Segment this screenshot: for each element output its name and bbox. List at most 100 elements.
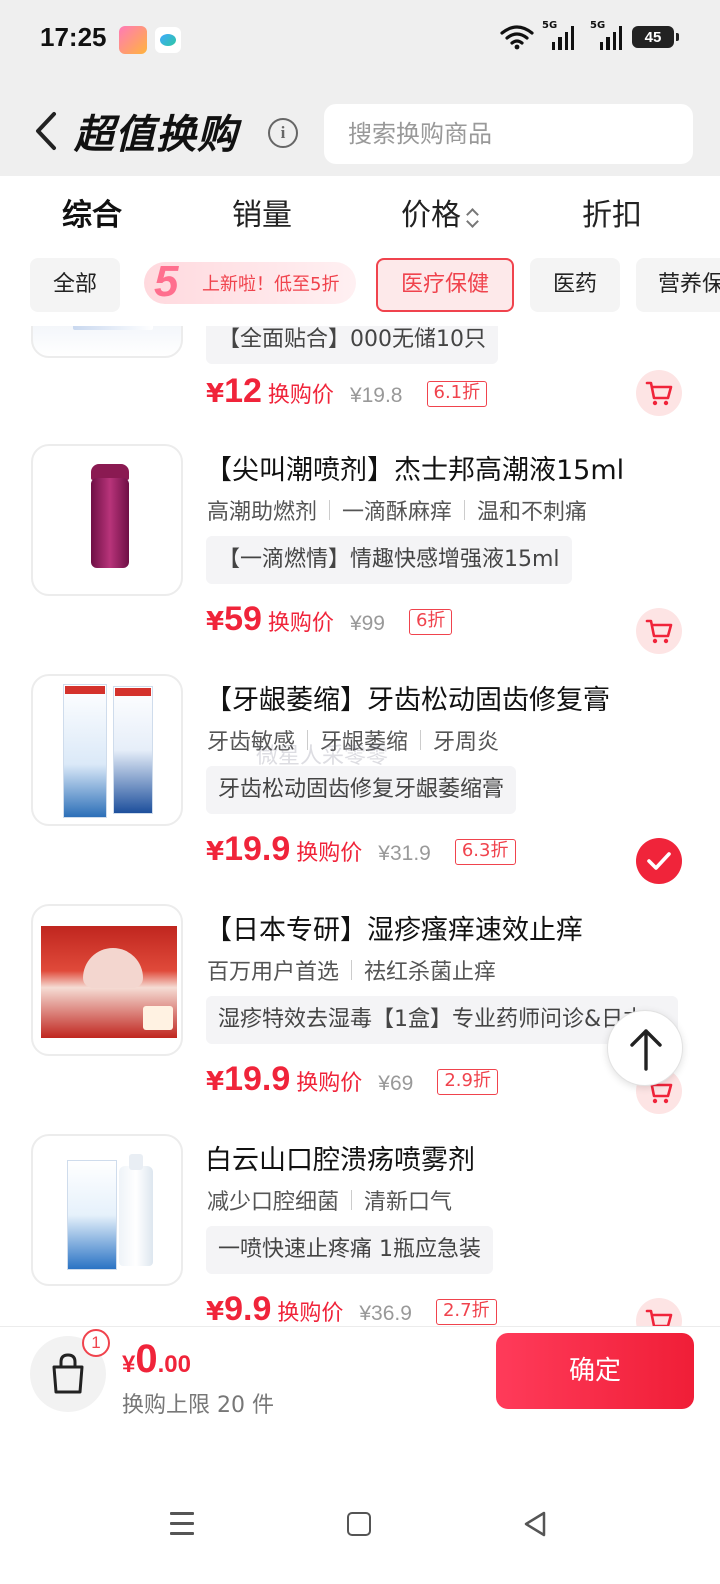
system-nav-bar xyxy=(0,1436,720,1584)
header: 超值换购 i 搜索换购商品 xyxy=(0,80,720,176)
sort-tab-price-label: 价格 xyxy=(401,198,461,233)
price-currency: ¥ xyxy=(206,607,225,637)
product-image[interactable] xyxy=(31,326,183,358)
discount-badge: 6.3折 xyxy=(454,839,516,865)
product-tag: 清新口气 xyxy=(364,1190,453,1215)
product-item[interactable]: 【牙龈萎缩】牙齿松动固齿修复膏 牙齿敏感 牙龈萎缩 牙周炎 微星人采零零 牙齿松… xyxy=(0,674,720,904)
product-tags: 减少口腔细菌 清新口气 xyxy=(207,1184,452,1216)
chip-nutrition[interactable]: 营养保 xyxy=(636,258,720,312)
promo-five-badge: 5 xyxy=(154,257,179,306)
original-price: ¥99 xyxy=(349,612,385,635)
checkout-bar: 1 ¥0.00 换购上限 20 件 确定 xyxy=(0,1326,720,1436)
price-row: ¥ 59 换购价 ¥99 6折 xyxy=(206,600,453,639)
price-label: 换购价 xyxy=(267,611,334,636)
product-title[interactable]: 白云山口腔溃疡喷雾剂 xyxy=(205,1138,475,1177)
limit-text: 换购上限 20 件 xyxy=(122,1393,274,1418)
home-icon[interactable] xyxy=(347,1512,371,1536)
promo-chip[interactable]: 5 上新啦！低至5折 xyxy=(144,257,356,306)
status-right: 5G 5G 45 xyxy=(500,20,679,50)
original-price: ¥19.8 xyxy=(349,384,403,407)
signal-icon: 5G xyxy=(542,20,574,50)
price-value: 19.9 xyxy=(224,830,291,868)
product-tag: 牙周炎 xyxy=(433,730,500,755)
price-value: 19.9 xyxy=(224,1060,291,1098)
wifi-icon xyxy=(500,25,534,50)
back-arrow-icon[interactable] xyxy=(30,108,64,154)
status-bar: 17:25 5G 5G 45 xyxy=(0,0,720,80)
add-to-cart-button[interactable] xyxy=(636,1298,682,1326)
price-label: 换购价 xyxy=(267,383,334,408)
network-label: 5G xyxy=(542,20,558,31)
confirm-button[interactable]: 确定 xyxy=(496,1333,694,1409)
add-to-cart-button[interactable] xyxy=(636,370,682,416)
discount-badge: 2.9折 xyxy=(437,1069,498,1095)
product-title[interactable]: 【尖叫潮喷剂】杰士邦高潮液15ml xyxy=(205,448,624,487)
back-to-top-button[interactable] xyxy=(607,1010,683,1086)
product-tag: 高潮助燃剂 xyxy=(207,500,318,525)
sort-tab-sales[interactable]: 销量 xyxy=(232,190,292,234)
price-currency: ¥ xyxy=(206,379,225,409)
category-chips: 全部 5 上新啦！低至5折 医疗保健 医药 营养保 xyxy=(0,248,720,326)
product-title[interactable]: 【日本专研】湿疹瘙痒速效止痒 xyxy=(205,908,583,947)
arrow-up-icon xyxy=(630,1029,662,1071)
total-price: ¥0.00 xyxy=(122,1337,191,1382)
product-tag: 减少口腔细菌 xyxy=(207,1190,340,1215)
price-row: ¥ 19.9 换购价 ¥31.9 6.3折 xyxy=(206,830,516,869)
price-value: 12 xyxy=(224,372,262,410)
total-integer: 0 xyxy=(135,1337,158,1381)
product-tags: 百万用户首选 祛红杀菌止痒 xyxy=(207,954,496,986)
price-currency: ¥ xyxy=(206,837,225,867)
add-to-cart-button[interactable] xyxy=(636,608,682,654)
product-item[interactable]: 【全面贴合】000无储10只 ¥ 12 换购价 ¥19.8 6.1折 xyxy=(0,326,720,436)
selected-check-button[interactable] xyxy=(636,838,682,884)
cart-icon xyxy=(645,1309,673,1326)
chip-all[interactable]: 全部 xyxy=(30,258,120,312)
product-image[interactable] xyxy=(31,1134,183,1286)
signal-icon-2: 5G xyxy=(590,20,622,50)
product-image[interactable] xyxy=(31,444,183,596)
price-label: 换购价 xyxy=(277,1301,344,1326)
original-price: ¥36.9 xyxy=(359,1302,412,1325)
product-subtitle: 【一滴燃情】情趣快感增强液15ml xyxy=(206,536,572,584)
sort-tab-price[interactable]: 价格 xyxy=(401,190,479,234)
price-row: ¥ 9.9 换购价 ¥36.9 2.7折 xyxy=(206,1290,497,1326)
product-subtitle: 【全面贴合】000无储10只 xyxy=(206,326,498,364)
info-icon[interactable]: i xyxy=(268,118,298,148)
chip-medical[interactable]: 医疗保健 xyxy=(376,258,514,312)
product-item[interactable]: 白云山口腔溃疡喷雾剂 减少口腔细菌 清新口气 一喷快速止疼痛 1瓶应急装 ¥ 9… xyxy=(0,1134,720,1326)
price-row: ¥ 12 换购价 ¥19.8 6.1折 xyxy=(206,372,488,411)
chip-medicine[interactable]: 医药 xyxy=(530,258,620,312)
screen: 17:25 5G 5G 45 超值换购 i 搜索换购商品 综合 销量 价格 折扣… xyxy=(0,0,720,1584)
original-price: ¥31.9 xyxy=(378,842,431,865)
product-tag: 温和不刺痛 xyxy=(477,500,588,525)
price-currency: ¥ xyxy=(206,1067,225,1097)
product-item[interactable]: 【尖叫潮喷剂】杰士邦高潮液15ml 高潮助燃剂 一滴酥麻痒 温和不刺痛 【一滴燃… xyxy=(0,444,720,674)
total-currency: ¥ xyxy=(122,1351,136,1378)
battery-icon: 45 xyxy=(632,26,679,48)
original-price: ¥69 xyxy=(378,1072,414,1095)
promo-text: 上新啦！低至5折 xyxy=(202,274,340,295)
product-list[interactable]: 【全面贴合】000无储10只 ¥ 12 换购价 ¥19.8 6.1折 【尖叫潮喷… xyxy=(0,326,720,1326)
cloud-app-icon xyxy=(155,27,181,53)
app-notification-icon xyxy=(119,26,147,54)
price-value: 59 xyxy=(224,600,262,638)
menu-icon[interactable] xyxy=(170,1512,194,1535)
price-label: 换购价 xyxy=(296,841,363,866)
total-decimal: .00 xyxy=(157,1351,191,1378)
cart-icon xyxy=(645,381,673,406)
check-icon xyxy=(647,852,671,870)
product-image[interactable] xyxy=(31,674,183,826)
search-input[interactable]: 搜索换购商品 xyxy=(324,104,693,164)
cart-icon xyxy=(645,619,673,644)
sort-tab-comprehensive[interactable]: 综合 xyxy=(62,190,122,234)
nav-back-icon[interactable] xyxy=(522,1510,548,1538)
product-tag: 祛红杀菌止痒 xyxy=(364,960,497,985)
cart-count-badge: 1 xyxy=(82,1329,110,1357)
sort-tab-discount[interactable]: 折扣 xyxy=(582,190,642,234)
price-label: 换购价 xyxy=(296,1071,363,1096)
product-image[interactable] xyxy=(31,904,183,1056)
product-title[interactable]: 【牙龈萎缩】牙齿松动固齿修复膏 xyxy=(205,678,610,717)
product-subtitle: 牙齿松动固齿修复牙龈萎缩膏 xyxy=(206,766,517,814)
price-row: ¥ 19.9 换购价 ¥69 2.9折 xyxy=(206,1060,498,1099)
page-title: 超值换购 xyxy=(74,112,238,158)
